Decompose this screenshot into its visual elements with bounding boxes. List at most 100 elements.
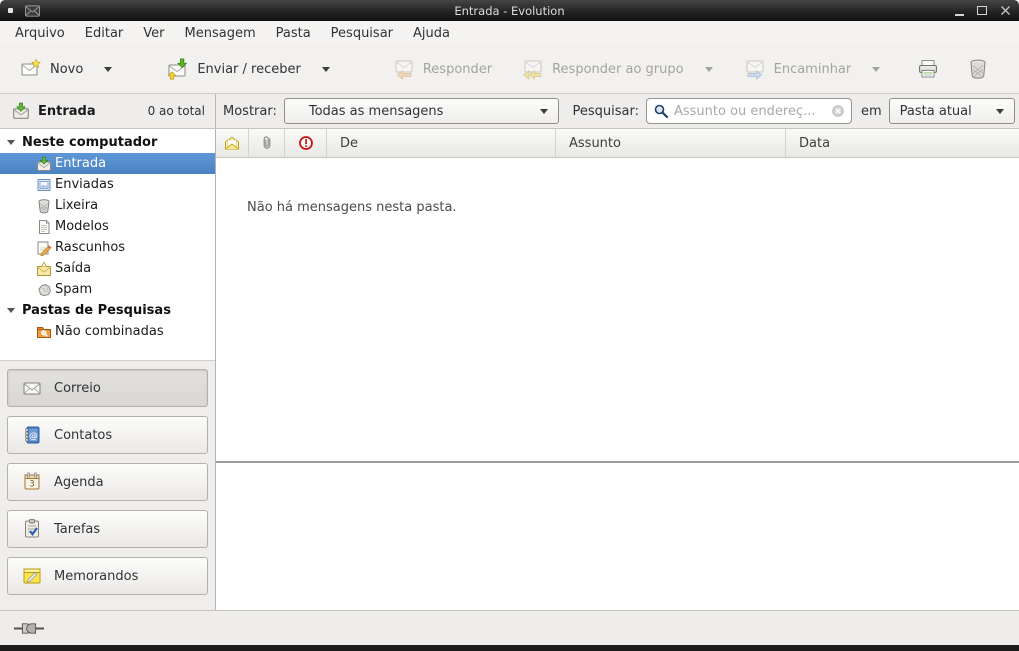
empty-folder-message: Não há mensagens nesta pasta. [247, 200, 457, 215]
search-label: Pesquisar: [572, 104, 639, 119]
column-from[interactable]: De [327, 129, 556, 157]
new-button[interactable]: Novo [12, 52, 91, 86]
column-subject[interactable]: Assunto [556, 129, 786, 157]
junk-button[interactable] [1009, 52, 1019, 86]
reply-all-button-label: Responder ao grupo [552, 62, 684, 77]
folder-nao-combinadas[interactable]: Não combinadas [0, 321, 215, 342]
folder-label: Lixeira [55, 198, 98, 213]
current-folder-name: Entrada [38, 104, 96, 119]
menu-pesquisar[interactable]: Pesquisar [321, 23, 403, 44]
reply-icon [393, 58, 415, 80]
paperclip-icon [259, 135, 275, 151]
scope-label: em [861, 104, 882, 119]
svg-text:3: 3 [29, 480, 34, 490]
minimize-button[interactable] [955, 14, 964, 16]
show-filter-value: Todas as mensagens [309, 104, 444, 119]
folder-group-label: Neste computador [22, 135, 157, 150]
folder-label: Saída [55, 261, 91, 276]
spam-icon [36, 282, 52, 298]
mail-icon [21, 377, 43, 399]
titlebar: Entrada - Evolution [0, 0, 1019, 21]
reply-all-dropdown-arrow [696, 59, 722, 80]
inbox-icon [12, 102, 30, 120]
new-dropdown-arrow[interactable] [95, 59, 121, 80]
folder-enviadas[interactable]: Enviadas [0, 174, 215, 195]
column-priority[interactable] [285, 129, 327, 157]
status-bar [0, 610, 1019, 645]
print-button[interactable] [909, 52, 947, 86]
evolution-window: Entrada - Evolution ArquivoEditarVerMens… [0, 0, 1019, 651]
priority-icon [298, 135, 314, 151]
forward-dropdown-arrow [863, 59, 889, 80]
message-list-header: De Assunto Data [216, 129, 1019, 158]
folder-group-label: Pastas de Pesquisas [22, 303, 171, 318]
folder-label: Não combinadas [55, 324, 164, 339]
switcher-agenda[interactable]: 3 Agenda [7, 463, 208, 501]
reply-all-button: Responder ao grupo [514, 52, 692, 86]
sidebar: Neste computador Entrada Enviadas Lixeira Mo… [0, 129, 216, 610]
menu-editar[interactable]: Editar [75, 23, 134, 44]
titlebar-bullet-icon [8, 8, 13, 13]
expander-icon[interactable] [7, 140, 15, 145]
show-filter-dropdown[interactable]: Todas as mensagens [284, 98, 560, 124]
switcher-memorandos[interactable]: Memorandos [7, 557, 208, 595]
bottom-strip [0, 645, 1019, 651]
tasks-icon [21, 518, 43, 540]
menu-mensagem[interactable]: Mensagem [175, 23, 266, 44]
column-read-status[interactable] [216, 129, 249, 157]
switcher-contatos[interactable]: @Contatos [7, 416, 208, 454]
delete-icon [967, 58, 989, 80]
view-switcher: Correio @Contatos 3 Agenda Tarefas Memorandos [0, 360, 215, 610]
switcher-label: Correio [54, 381, 101, 396]
column-date[interactable]: Data [786, 129, 1019, 157]
inbox-icon [36, 156, 52, 172]
trash-icon [36, 198, 52, 214]
send-receive-icon [167, 58, 189, 80]
switcher-correio[interactable]: Correio [7, 369, 208, 407]
search-input[interactable] [674, 104, 826, 119]
folder-rascunhos[interactable]: Rascunhos [0, 237, 215, 258]
search-scope-value: Pasta atual [900, 104, 972, 119]
folder-group-neste-computador[interactable]: Neste computador [0, 132, 215, 153]
switcher-label: Agenda [54, 475, 104, 490]
maximize-button[interactable] [977, 6, 987, 15]
send-receive-label: Enviar / receber [197, 62, 301, 77]
preview-pane [216, 463, 1019, 610]
menu-ajuda[interactable]: Ajuda [403, 23, 460, 44]
send-receive-button[interactable]: Enviar / receber [159, 52, 309, 86]
delete-button[interactable] [959, 52, 997, 86]
print-icon [917, 58, 939, 80]
expander-icon[interactable] [7, 308, 15, 313]
menu-arquivo[interactable]: Arquivo [5, 23, 75, 44]
contacts-icon: @ [21, 424, 43, 446]
search-scope-dropdown[interactable]: Pasta atual [889, 98, 1015, 124]
switcher-tarefas[interactable]: Tarefas [7, 510, 208, 548]
menu-ver[interactable]: Ver [133, 23, 174, 44]
current-folder-info: Entrada 0 ao total [0, 94, 216, 128]
column-attachment[interactable] [249, 129, 285, 157]
folder-spam[interactable]: Spam [0, 279, 215, 300]
folder-group-pastas-de-pesquisas[interactable]: Pastas de Pesquisas [0, 300, 215, 321]
menu-pasta[interactable]: Pasta [266, 23, 321, 44]
menu-bar: ArquivoEditarVerMensagemPastaPesquisarAj… [0, 21, 1019, 45]
reply-button-label: Responder [423, 62, 492, 77]
sent-icon [36, 177, 52, 193]
folder-saida[interactable]: Saída [0, 258, 215, 279]
folder-entrada[interactable]: Entrada [0, 153, 215, 174]
folder-modelos[interactable]: Modelos [0, 216, 215, 237]
open-mail-icon [224, 135, 240, 151]
message-list-body: Não há mensagens nesta pasta. [216, 158, 1019, 461]
new-mail-icon [20, 58, 42, 80]
folder-lixeira[interactable]: Lixeira [0, 195, 215, 216]
switcher-label: Memorandos [54, 569, 138, 584]
svg-text:@: @ [29, 432, 38, 442]
close-button[interactable] [1000, 5, 1011, 16]
send-receive-dropdown-arrow[interactable] [313, 59, 339, 80]
plug-icon [13, 620, 45, 637]
folder-label: Modelos [55, 219, 109, 234]
clear-icon[interactable] [831, 104, 845, 118]
memos-icon [21, 565, 43, 587]
drafts-icon [36, 240, 52, 256]
toolbar: Novo Enviar / receber Responder Responde… [0, 45, 1019, 94]
folder-label: Enviadas [55, 177, 114, 192]
